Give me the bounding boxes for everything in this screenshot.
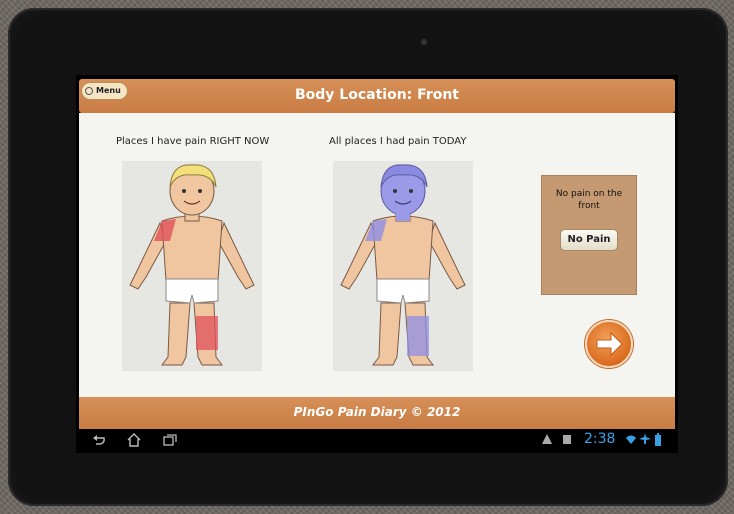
sdcard-icon[interactable] <box>561 433 573 445</box>
wifi-icon <box>626 435 636 444</box>
no-pain-panel: No pain on the front No Pain <box>541 175 637 295</box>
tablet-screen: Menu Body Location: Front Places I have … <box>76 75 678 453</box>
body-map-today[interactable] <box>333 161 473 371</box>
system-nav-bar: 2:38 <box>76 429 678 453</box>
page-title: Body Location: Front <box>295 87 459 103</box>
next-button[interactable] <box>585 320 633 368</box>
app-header: Menu Body Location: Front <box>79 79 675 113</box>
content-area: Places I have pain RIGHT NOW All places … <box>79 113 675 397</box>
camera-icon <box>421 39 427 45</box>
no-pain-button[interactable]: No Pain <box>560 229 618 251</box>
status-time: 2:38 <box>584 431 616 447</box>
warning-icon[interactable] <box>541 433 553 445</box>
arrow-right-icon <box>596 331 623 357</box>
app-footer: PInGo Pain Diary © 2012 <box>79 397 675 429</box>
tablet-frame: Menu Body Location: Front Places I have … <box>8 8 728 506</box>
today-pain-label: All places I had pain TODAY <box>329 136 467 147</box>
body-figure-today <box>340 164 466 366</box>
body-map-current[interactable] <box>122 161 262 371</box>
airplane-icon <box>639 433 651 444</box>
recent-apps-icon[interactable] <box>163 433 177 447</box>
no-pain-text: No pain on the front <box>555 189 623 211</box>
body-figure-current <box>129 164 255 366</box>
back-icon[interactable] <box>92 433 106 447</box>
home-icon[interactable] <box>127 433 141 447</box>
footer-text: PInGo Pain Diary © 2012 <box>293 405 461 419</box>
current-pain-label: Places I have pain RIGHT NOW <box>116 136 270 147</box>
battery-icon <box>655 433 661 446</box>
